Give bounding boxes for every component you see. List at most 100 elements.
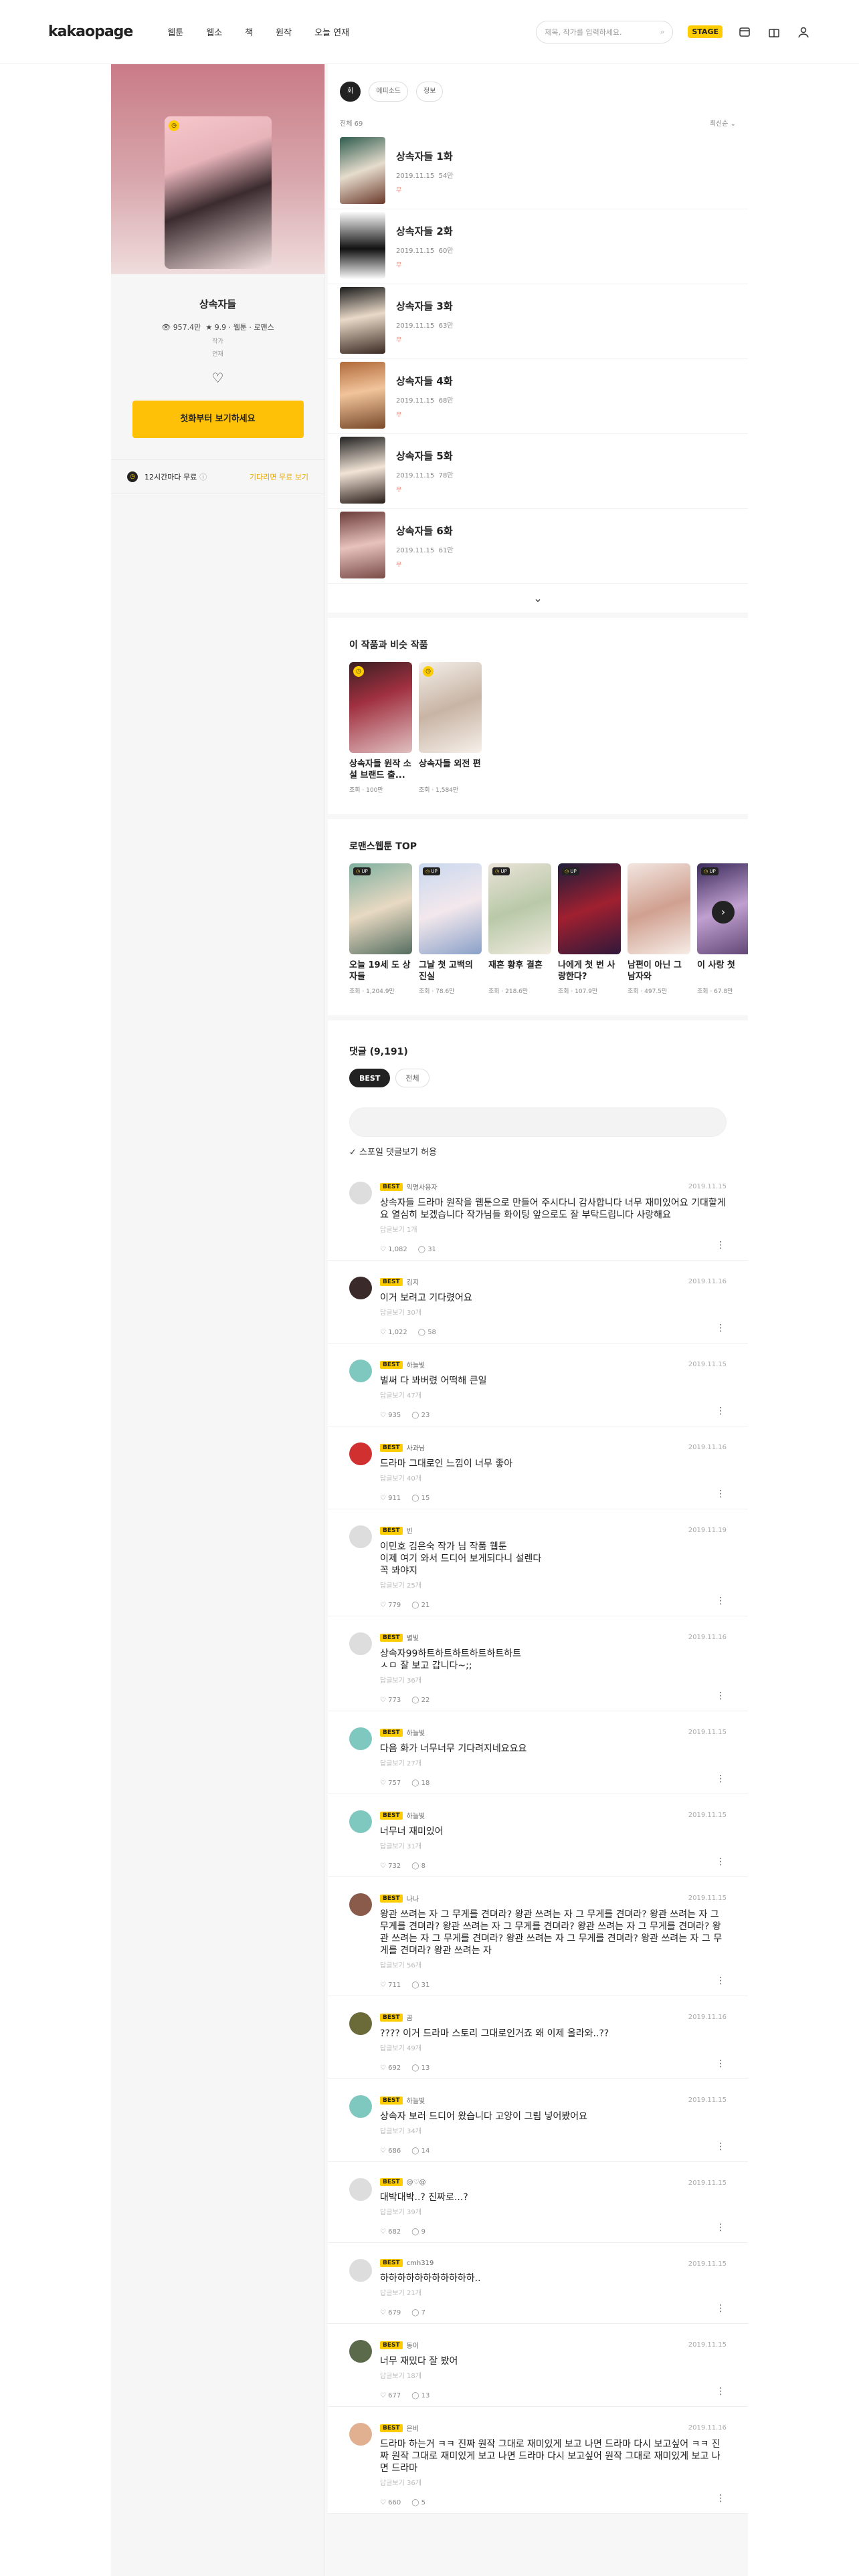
reply-link[interactable]: 답글보기 39개 (380, 2206, 727, 2216)
avatar[interactable] (349, 2012, 372, 2035)
more-icon[interactable]: ⋮ (716, 2222, 725, 2233)
avatar[interactable] (349, 1442, 372, 1465)
top-card[interactable]: ◷ UP 이 사랑 첫 조회 · 67.8만 (697, 863, 748, 995)
more-icon[interactable]: ⋮ (716, 1596, 725, 1606)
like-button[interactable]: ♡ 1,082 (380, 1246, 407, 1253)
top-card[interactable]: ◷ UP 그날 첫 고백의 진실 조회 · 78.6만 (419, 863, 482, 995)
reply-button[interactable]: ◯ 21 (411, 1602, 430, 1609)
more-icon[interactable]: ⋮ (716, 1691, 725, 1701)
like-button[interactable]: ♡ 911 (380, 1495, 401, 1502)
avatar[interactable] (349, 1727, 372, 1750)
chevron-right-icon[interactable]: › (712, 901, 735, 924)
more-icon[interactable]: ⋮ (716, 2141, 725, 2152)
gift-icon[interactable] (767, 25, 781, 39)
sort-dropdown[interactable]: 최신순 ⌄ (710, 118, 736, 128)
reply-link[interactable]: 답글보기 18개 (380, 2370, 727, 2380)
reply-link[interactable]: 답글보기 40개 (380, 1473, 727, 1483)
more-icon[interactable]: ⋮ (716, 1975, 725, 1986)
more-icon[interactable]: ⋮ (716, 1406, 725, 1416)
avatar[interactable] (349, 1632, 372, 1655)
top-card[interactable]: 남편이 아닌 그 남자와 조회 · 497.5만 (628, 863, 690, 995)
nav-item-webtoon[interactable]: 웹툰 (167, 25, 183, 38)
user-icon[interactable] (796, 25, 811, 39)
like-button[interactable]: ♡ 779 (380, 1602, 401, 1609)
spoiler-toggle[interactable]: ✓ 스포일 댓글보기 허용 (328, 1137, 748, 1166)
tab-best[interactable]: BEST (349, 1069, 391, 1087)
reply-button[interactable]: ◯ 58 (418, 1329, 436, 1336)
like-button[interactable]: ♡ 732 (380, 1862, 401, 1870)
reply-link[interactable]: 답글보기 31개 (380, 1840, 727, 1850)
reply-link[interactable]: 답글보기 49개 (380, 2042, 727, 2052)
more-icon[interactable]: ⋮ (716, 1489, 725, 1499)
reply-button[interactable]: ◯ 15 (411, 1495, 430, 1502)
nav-item-today[interactable]: 오늘 연재 (314, 25, 349, 38)
like-button[interactable]: ♡ 773 (380, 1697, 401, 1704)
reply-button[interactable]: ◯ 18 (411, 1780, 430, 1787)
reply-link[interactable]: 답글보기 47개 (380, 1390, 727, 1400)
stage-button[interactable]: STAGE (688, 25, 723, 38)
reply-link[interactable]: 답글보기 21개 (380, 2287, 727, 2297)
related-card[interactable]: ◷ 상속자들 외전 편 조회 · 1,584만 (419, 662, 482, 794)
nav-item-original[interactable]: 원작 (276, 25, 292, 38)
reply-button[interactable]: ◯ 22 (411, 1697, 430, 1704)
avatar[interactable] (349, 2095, 372, 2118)
episode-item[interactable]: 상속자들 1화 2019.11.15 54만 무 (328, 134, 748, 209)
top-card[interactable]: ◷ UP 나에게 첫 번 사랑한다? 조회 · 107.9만 (558, 863, 621, 995)
heart-icon[interactable]: ♡ (111, 370, 324, 386)
avatar[interactable] (349, 1525, 372, 1548)
more-icon[interactable]: ⋮ (716, 2386, 725, 2397)
top-card[interactable]: ◷ UP 오늘 19세 도 상자들 조회 · 1,204.9만 (349, 863, 412, 995)
reply-button[interactable]: ◯ 13 (411, 2064, 430, 2072)
search-input[interactable]: 제목, 작가를 입력하세요. ⌕ (536, 20, 674, 43)
more-icon[interactable]: ⋮ (716, 2493, 725, 2504)
nav-item-book[interactable]: 책 (245, 25, 253, 38)
more-icon[interactable]: ⋮ (716, 1323, 725, 1333)
related-card[interactable]: ◷ 상속자들 원작 소설 브랜드 출... 조회 · 100만 (349, 662, 412, 794)
reply-link[interactable]: 답글보기 25개 (380, 1580, 727, 1590)
reply-button[interactable]: ◯ 5 (411, 2499, 425, 2506)
reply-button[interactable]: ◯ 31 (411, 1981, 430, 1989)
tab-episodes[interactable]: 회 (340, 82, 361, 102)
avatar[interactable] (349, 2259, 372, 2282)
reply-link[interactable]: 답글보기 56개 (380, 1959, 727, 1969)
nav-item-novel[interactable]: 웹소 (206, 25, 222, 38)
like-button[interactable]: ♡ 686 (380, 2147, 401, 2155)
library-icon[interactable] (737, 25, 752, 39)
reply-link[interactable]: 답글보기 1개 (380, 1224, 727, 1234)
like-button[interactable]: ♡ 679 (380, 2309, 401, 2317)
episode-item[interactable]: 상속자들 4화 2019.11.15 68만 무 (328, 359, 748, 434)
avatar[interactable] (349, 2340, 372, 2363)
reply-button[interactable]: ◯ 9 (411, 2228, 425, 2236)
like-button[interactable]: ♡ 757 (380, 1780, 401, 1787)
avatar[interactable] (349, 2178, 372, 2201)
more-icon[interactable]: ⋮ (716, 2058, 725, 2069)
tab-all[interactable]: 전체 (395, 1069, 430, 1087)
reply-button[interactable]: ◯ 13 (411, 2392, 430, 2399)
reply-button[interactable]: ◯ 8 (411, 1862, 425, 1870)
search-icon[interactable]: ⌕ (660, 27, 664, 37)
reply-link[interactable]: 답글보기 36개 (380, 1675, 727, 1685)
avatar[interactable] (349, 1810, 372, 1833)
episode-item[interactable]: 상속자들 5화 2019.11.15 78만 무 (328, 434, 748, 509)
tab-episode-list[interactable]: 에피소드 (369, 82, 409, 102)
episode-item[interactable]: 상속자들 3화 2019.11.15 63만 무 (328, 284, 748, 359)
avatar[interactable] (349, 1893, 372, 1916)
chevron-down-icon[interactable]: ⌄ (328, 584, 748, 613)
like-button[interactable]: ♡ 660 (380, 2499, 401, 2506)
more-icon[interactable]: ⋮ (716, 1240, 725, 1251)
comment-input[interactable] (349, 1107, 727, 1137)
more-icon[interactable]: ⋮ (716, 1774, 725, 1784)
avatar[interactable] (349, 2423, 372, 2446)
episode-item[interactable]: 상속자들 2화 2019.11.15 60만 무 (328, 209, 748, 284)
like-button[interactable]: ♡ 682 (380, 2228, 401, 2236)
reply-button[interactable]: ◯ 14 (411, 2147, 430, 2155)
episode-item[interactable]: 상속자들 6화 2019.11.15 61만 무 (328, 509, 748, 584)
reply-link[interactable]: 답글보기 34개 (380, 2125, 727, 2135)
top-card[interactable]: ◷ UP 재혼 황후 결혼 조회 · 218.6만 (488, 863, 551, 995)
reply-button[interactable]: ◯ 31 (418, 1246, 436, 1253)
avatar[interactable] (349, 1360, 372, 1382)
reply-button[interactable]: ◯ 7 (411, 2309, 425, 2317)
more-icon[interactable]: ⋮ (716, 1856, 725, 1867)
like-button[interactable]: ♡ 711 (380, 1981, 401, 1989)
like-button[interactable]: ♡ 692 (380, 2064, 401, 2072)
